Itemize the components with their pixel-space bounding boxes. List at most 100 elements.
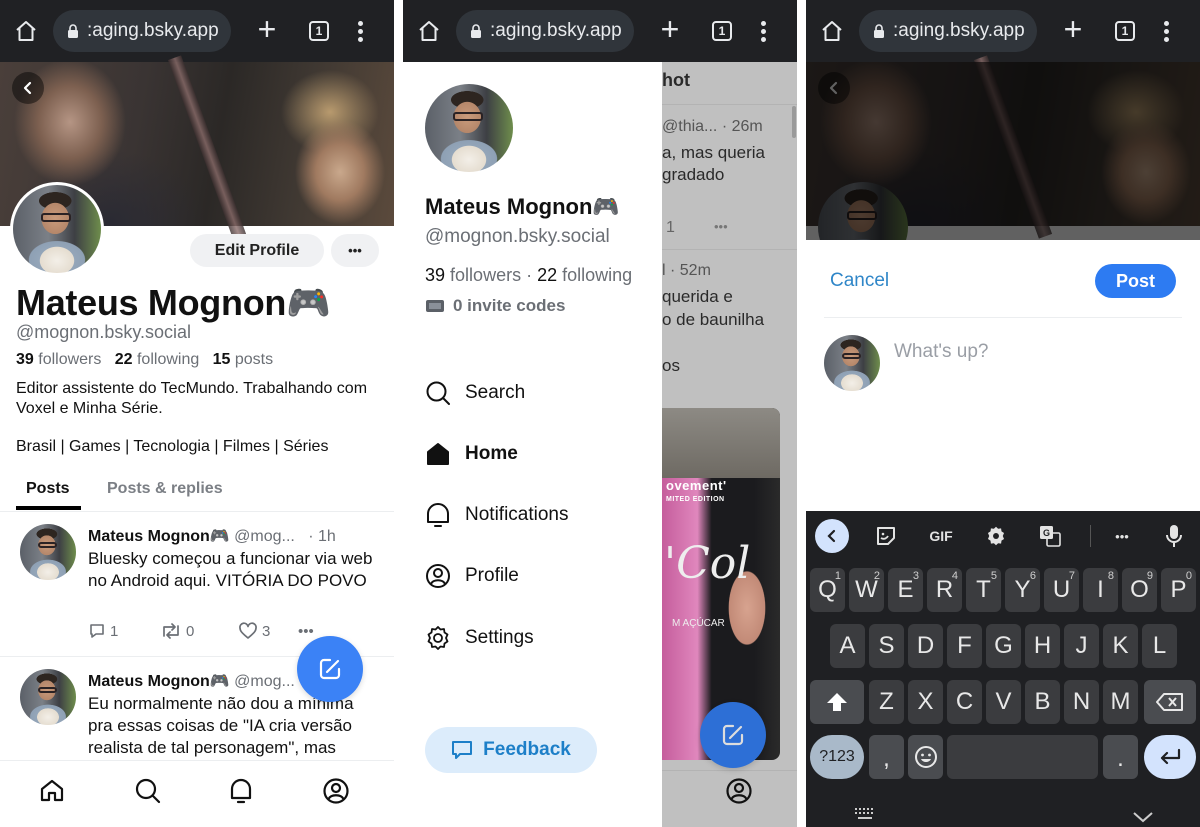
user-circle-icon[interactable] — [322, 777, 350, 805]
key-e[interactable]: E3 — [888, 568, 923, 612]
address-bar[interactable]: :aging.bsky.app — [456, 10, 634, 52]
reply-button[interactable]: 1 — [88, 622, 160, 640]
drawer-item-profile[interactable]: Profile — [425, 561, 519, 591]
like-button[interactable]: 3 — [238, 622, 298, 640]
followers-link[interactable]: 39 followers — [425, 265, 521, 285]
backspace-key[interactable] — [1144, 680, 1196, 724]
key-x[interactable]: X — [908, 680, 943, 724]
tab-posts-and-replies[interactable]: Posts & replies — [107, 480, 223, 498]
new-tab-icon[interactable]: + — [657, 13, 683, 45]
shift-key[interactable] — [810, 680, 864, 724]
post-avatar[interactable] — [20, 669, 76, 725]
drawer-avatar[interactable] — [425, 84, 513, 172]
key-n[interactable]: N — [1064, 680, 1099, 724]
address-bar[interactable]: :aging.bsky.app — [53, 10, 231, 52]
key-h[interactable]: H — [1025, 624, 1060, 668]
drawer-item-search[interactable]: Search — [425, 378, 525, 408]
more-tools-button[interactable]: ••• — [1108, 521, 1136, 551]
space-key[interactable] — [947, 735, 1098, 779]
profile-avatar[interactable] — [10, 182, 104, 276]
drawer-item-settings[interactable]: Settings — [425, 623, 534, 653]
search-icon[interactable] — [134, 777, 162, 805]
key-hint: 4 — [951, 570, 958, 582]
tab-switcher-icon[interactable]: 1 — [712, 21, 732, 41]
keyboard-collapse-toolbar-button[interactable] — [815, 519, 849, 553]
key-g[interactable]: G — [986, 624, 1021, 668]
feed-post[interactable]: Mateus Mognon🎮 @mog... · 1h Bluesky come… — [0, 512, 394, 657]
key-k[interactable]: K — [1103, 624, 1138, 668]
drawer-item-home[interactable]: Home — [425, 439, 518, 469]
key-l[interactable]: L — [1142, 624, 1177, 668]
post-avatar[interactable] — [20, 524, 76, 580]
emoji-key[interactable] — [908, 735, 943, 779]
address-bar[interactable]: :aging.bsky.app — [859, 10, 1037, 52]
following-link[interactable]: 22 following — [537, 265, 632, 285]
emoji-icon — [914, 746, 937, 768]
key-b[interactable]: B — [1025, 680, 1060, 724]
post-text-input[interactable]: What's up? — [894, 341, 988, 363]
cancel-button[interactable]: Cancel — [830, 270, 889, 292]
bell-icon[interactable] — [227, 777, 255, 805]
key-t[interactable]: T5 — [966, 568, 1001, 612]
tab-posts[interactable]: Posts — [26, 480, 70, 498]
key-s[interactable]: S — [869, 624, 904, 668]
compose-button[interactable] — [700, 702, 766, 768]
home-icon[interactable] — [38, 777, 66, 805]
home-icon[interactable] — [417, 19, 441, 43]
key-c[interactable]: C — [947, 680, 982, 724]
gif-button[interactable]: GIF — [924, 521, 958, 551]
key-o[interactable]: O9 — [1122, 568, 1157, 612]
key-m[interactable]: M — [1103, 680, 1138, 724]
modal-backdrop[interactable] — [806, 62, 1200, 242]
keyboard-switch-icon[interactable] — [854, 807, 876, 821]
scrollbar[interactable] — [792, 106, 796, 138]
user-circle-icon[interactable] — [725, 777, 753, 805]
overflow-menu-icon[interactable] — [759, 19, 767, 43]
key-d[interactable]: D — [908, 624, 943, 668]
repost-button[interactable]: 0 — [160, 622, 238, 640]
key-a[interactable]: A — [830, 624, 865, 668]
followers-link[interactable]: 39 followers — [16, 351, 101, 368]
key-y[interactable]: Y6 — [1005, 568, 1040, 612]
more-options-button[interactable]: ••• — [331, 234, 379, 267]
comma-key[interactable]: , — [869, 735, 904, 779]
overflow-menu-icon[interactable] — [356, 19, 364, 43]
new-tab-icon[interactable]: + — [1060, 13, 1086, 45]
tab-switcher-icon[interactable]: 1 — [309, 21, 329, 41]
post-button[interactable]: Post — [1095, 264, 1176, 298]
key-j[interactable]: J — [1064, 624, 1099, 668]
background-feed-overlay[interactable]: hot @thia... · 26m a, mas queria gradado… — [662, 62, 797, 827]
keyboard-settings-button[interactable] — [982, 521, 1010, 551]
post-more-button[interactable]: ••• — [298, 623, 314, 640]
voice-input-button[interactable] — [1162, 521, 1186, 551]
key-f[interactable]: F — [947, 624, 982, 668]
key-p[interactable]: P0 — [1161, 568, 1196, 612]
key-label: R — [935, 576, 954, 603]
edit-profile-button[interactable]: Edit Profile — [190, 234, 324, 267]
key-z[interactable]: Z — [869, 680, 904, 724]
sticker-button[interactable] — [872, 521, 900, 551]
overflow-menu-icon[interactable] — [1162, 19, 1170, 43]
home-icon[interactable] — [14, 19, 38, 43]
invite-codes-link[interactable]: 0 invite codes — [425, 296, 565, 316]
compose-button[interactable] — [297, 636, 363, 702]
hide-keyboard-icon[interactable] — [1132, 811, 1154, 823]
feedback-button[interactable]: Feedback — [425, 727, 597, 773]
key-w[interactable]: W2 — [849, 568, 884, 612]
period-key[interactable]: . — [1103, 735, 1138, 779]
key-u[interactable]: U7 — [1044, 568, 1079, 612]
home-icon[interactable] — [820, 19, 844, 43]
key-r[interactable]: R4 — [927, 568, 962, 612]
key-q[interactable]: Q1 — [810, 568, 845, 612]
symbols-key[interactable]: ?123 — [810, 735, 864, 779]
tab-switcher-icon[interactable]: 1 — [1115, 21, 1135, 41]
drawer-handle: @mognon.bsky.social — [425, 226, 610, 247]
enter-key[interactable] — [1144, 735, 1196, 779]
following-link[interactable]: 22 following — [115, 351, 200, 368]
new-tab-icon[interactable]: + — [254, 13, 280, 45]
drawer-item-notifications[interactable]: Notifications — [425, 500, 569, 530]
translate-button[interactable]: G — [1038, 521, 1062, 551]
key-i[interactable]: I8 — [1083, 568, 1118, 612]
key-v[interactable]: V — [986, 680, 1021, 724]
back-button[interactable] — [12, 72, 44, 104]
